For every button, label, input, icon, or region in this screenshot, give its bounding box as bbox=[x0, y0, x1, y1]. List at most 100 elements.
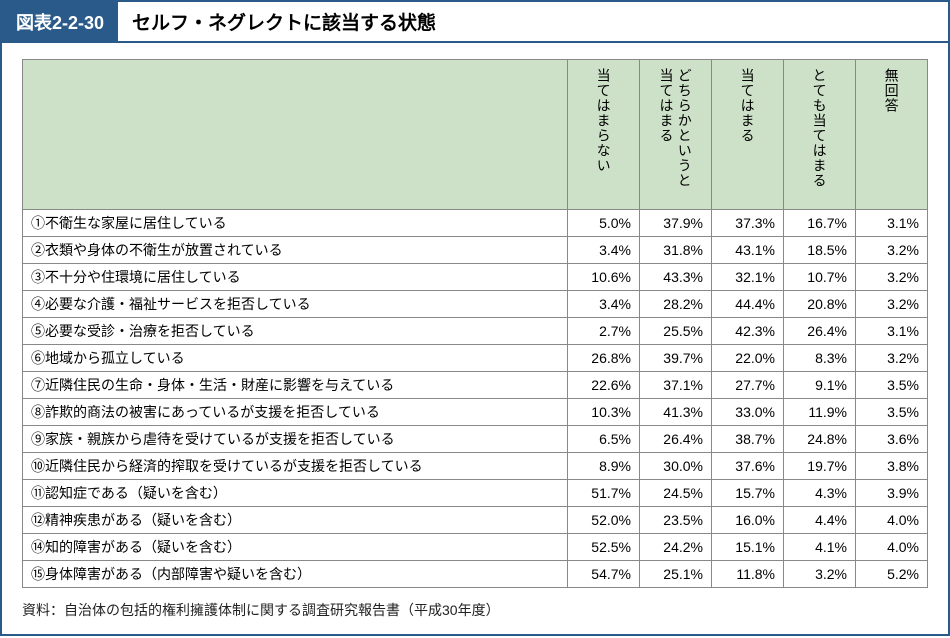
row-label: ⑫精神疾患がある（疑いを含む） bbox=[23, 507, 568, 534]
cell-value: 11.9% bbox=[784, 399, 856, 426]
col-header-2: 当てはまる bbox=[712, 60, 784, 210]
cell-value: 26.8% bbox=[568, 345, 640, 372]
table-row: ③不十分や住環境に居住している10.6%43.3%32.1%10.7%3.2% bbox=[23, 264, 928, 291]
cell-value: 26.4% bbox=[784, 318, 856, 345]
col-header-0: 当てはまらない bbox=[568, 60, 640, 210]
table-row: ④必要な介護・福祉サービスを拒否している3.4%28.2%44.4%20.8%3… bbox=[23, 291, 928, 318]
cell-value: 37.9% bbox=[640, 210, 712, 237]
cell-value: 3.1% bbox=[856, 318, 928, 345]
row-label: ②衣類や身体の不衛生が放置されている bbox=[23, 237, 568, 264]
cell-value: 3.2% bbox=[856, 264, 928, 291]
row-label: ⑮身体障害がある（内部障害や疑いを含む） bbox=[23, 561, 568, 588]
col-header-3: とても当てはまる bbox=[784, 60, 856, 210]
cell-value: 3.2% bbox=[856, 291, 928, 318]
cell-value: 3.5% bbox=[856, 399, 928, 426]
table-row: ⑧詐欺的商法の被害にあっているが支援を拒否している10.3%41.3%33.0%… bbox=[23, 399, 928, 426]
cell-value: 20.8% bbox=[784, 291, 856, 318]
cell-value: 31.8% bbox=[640, 237, 712, 264]
cell-value: 4.1% bbox=[784, 534, 856, 561]
cell-value: 3.2% bbox=[856, 345, 928, 372]
col-header-3-text: とても当てはまる bbox=[810, 68, 828, 188]
table-row: ⑭知的障害がある（疑いを含む）52.5%24.2%15.1%4.1%4.0% bbox=[23, 534, 928, 561]
cell-value: 19.7% bbox=[784, 453, 856, 480]
cell-value: 3.2% bbox=[784, 561, 856, 588]
cell-value: 43.1% bbox=[712, 237, 784, 264]
data-table: 当てはまらない どちらかというと当てはまる 当てはまる とても当てはまる 無回答… bbox=[22, 59, 928, 588]
table-row: ⑦近隣住民の生命・身体・生活・財産に影響を与えている22.6%37.1%27.7… bbox=[23, 372, 928, 399]
cell-value: 4.0% bbox=[856, 507, 928, 534]
figure-container: 図表2-2-30 セルフ・ネグレクトに該当する状態 当てはまらない どちらかとい… bbox=[0, 0, 950, 636]
cell-value: 3.4% bbox=[568, 237, 640, 264]
row-label: ④必要な介護・福祉サービスを拒否している bbox=[23, 291, 568, 318]
row-label: ⑨家族・親族から虐待を受けているが支援を拒否している bbox=[23, 426, 568, 453]
cell-value: 4.4% bbox=[784, 507, 856, 534]
cell-value: 26.4% bbox=[640, 426, 712, 453]
row-label: ⑩近隣住民から経済的搾取を受けているが支援を拒否している bbox=[23, 453, 568, 480]
cell-value: 33.0% bbox=[712, 399, 784, 426]
cell-value: 38.7% bbox=[712, 426, 784, 453]
cell-value: 27.7% bbox=[712, 372, 784, 399]
cell-value: 24.2% bbox=[640, 534, 712, 561]
cell-value: 10.7% bbox=[784, 264, 856, 291]
col-header-1-text: どちらかというと当てはまる bbox=[657, 68, 693, 201]
figure-header: 図表2-2-30 セルフ・ネグレクトに該当する状態 bbox=[2, 2, 948, 43]
row-label: ⑭知的障害がある（疑いを含む） bbox=[23, 534, 568, 561]
col-header-empty bbox=[23, 60, 568, 210]
cell-value: 8.9% bbox=[568, 453, 640, 480]
figure-content: 当てはまらない どちらかというと当てはまる 当てはまる とても当てはまる 無回答… bbox=[2, 43, 948, 634]
cell-value: 32.1% bbox=[712, 264, 784, 291]
col-header-4: 無回答 bbox=[856, 60, 928, 210]
row-label: ①不衛生な家屋に居住している bbox=[23, 210, 568, 237]
cell-value: 2.7% bbox=[568, 318, 640, 345]
table-row: ⑥地域から孤立している26.8%39.7%22.0%8.3%3.2% bbox=[23, 345, 928, 372]
table-row: ⑩近隣住民から経済的搾取を受けているが支援を拒否している8.9%30.0%37.… bbox=[23, 453, 928, 480]
cell-value: 3.1% bbox=[856, 210, 928, 237]
cell-value: 54.7% bbox=[568, 561, 640, 588]
cell-value: 25.5% bbox=[640, 318, 712, 345]
row-label: ⑧詐欺的商法の被害にあっているが支援を拒否している bbox=[23, 399, 568, 426]
table-row: ⑨家族・親族から虐待を受けているが支援を拒否している6.5%26.4%38.7%… bbox=[23, 426, 928, 453]
col-header-1: どちらかというと当てはまる bbox=[640, 60, 712, 210]
cell-value: 24.8% bbox=[784, 426, 856, 453]
table-header-row: 当てはまらない どちらかというと当てはまる 当てはまる とても当てはまる 無回答 bbox=[23, 60, 928, 210]
cell-value: 37.1% bbox=[640, 372, 712, 399]
cell-value: 4.3% bbox=[784, 480, 856, 507]
cell-value: 18.5% bbox=[784, 237, 856, 264]
cell-value: 39.7% bbox=[640, 345, 712, 372]
row-label: ⑥地域から孤立している bbox=[23, 345, 568, 372]
cell-value: 22.0% bbox=[712, 345, 784, 372]
row-label: ⑦近隣住民の生命・身体・生活・財産に影響を与えている bbox=[23, 372, 568, 399]
row-label: ③不十分や住環境に居住している bbox=[23, 264, 568, 291]
cell-value: 6.5% bbox=[568, 426, 640, 453]
cell-value: 24.5% bbox=[640, 480, 712, 507]
cell-value: 52.0% bbox=[568, 507, 640, 534]
cell-value: 5.0% bbox=[568, 210, 640, 237]
cell-value: 3.8% bbox=[856, 453, 928, 480]
cell-value: 23.5% bbox=[640, 507, 712, 534]
cell-value: 28.2% bbox=[640, 291, 712, 318]
cell-value: 30.0% bbox=[640, 453, 712, 480]
cell-value: 3.4% bbox=[568, 291, 640, 318]
table-body: ①不衛生な家屋に居住している5.0%37.9%37.3%16.7%3.1%②衣類… bbox=[23, 210, 928, 588]
cell-value: 51.7% bbox=[568, 480, 640, 507]
col-header-0-text: 当てはまらない bbox=[594, 68, 612, 173]
row-label: ⑤必要な受診・治療を拒否している bbox=[23, 318, 568, 345]
cell-value: 41.3% bbox=[640, 399, 712, 426]
cell-value: 3.5% bbox=[856, 372, 928, 399]
cell-value: 9.1% bbox=[784, 372, 856, 399]
cell-value: 4.0% bbox=[856, 534, 928, 561]
cell-value: 37.6% bbox=[712, 453, 784, 480]
cell-value: 10.6% bbox=[568, 264, 640, 291]
figure-title: セルフ・ネグレクトに該当する状態 bbox=[118, 2, 948, 41]
cell-value: 15.1% bbox=[712, 534, 784, 561]
col-header-2-text: 当てはまる bbox=[738, 68, 756, 143]
figure-label: 図表2-2-30 bbox=[2, 2, 118, 41]
cell-value: 16.0% bbox=[712, 507, 784, 534]
cell-value: 3.6% bbox=[856, 426, 928, 453]
cell-value: 16.7% bbox=[784, 210, 856, 237]
source-note: 資料：自治体の包括的権利擁護体制に関する調査研究報告書（平成30年度） bbox=[22, 600, 928, 620]
table-row: ⑫精神疾患がある（疑いを含む）52.0%23.5%16.0%4.4%4.0% bbox=[23, 507, 928, 534]
table-row: ⑤必要な受診・治療を拒否している2.7%25.5%42.3%26.4%3.1% bbox=[23, 318, 928, 345]
cell-value: 11.8% bbox=[712, 561, 784, 588]
table-row: ⑪認知症である（疑いを含む）51.7%24.5%15.7%4.3%3.9% bbox=[23, 480, 928, 507]
